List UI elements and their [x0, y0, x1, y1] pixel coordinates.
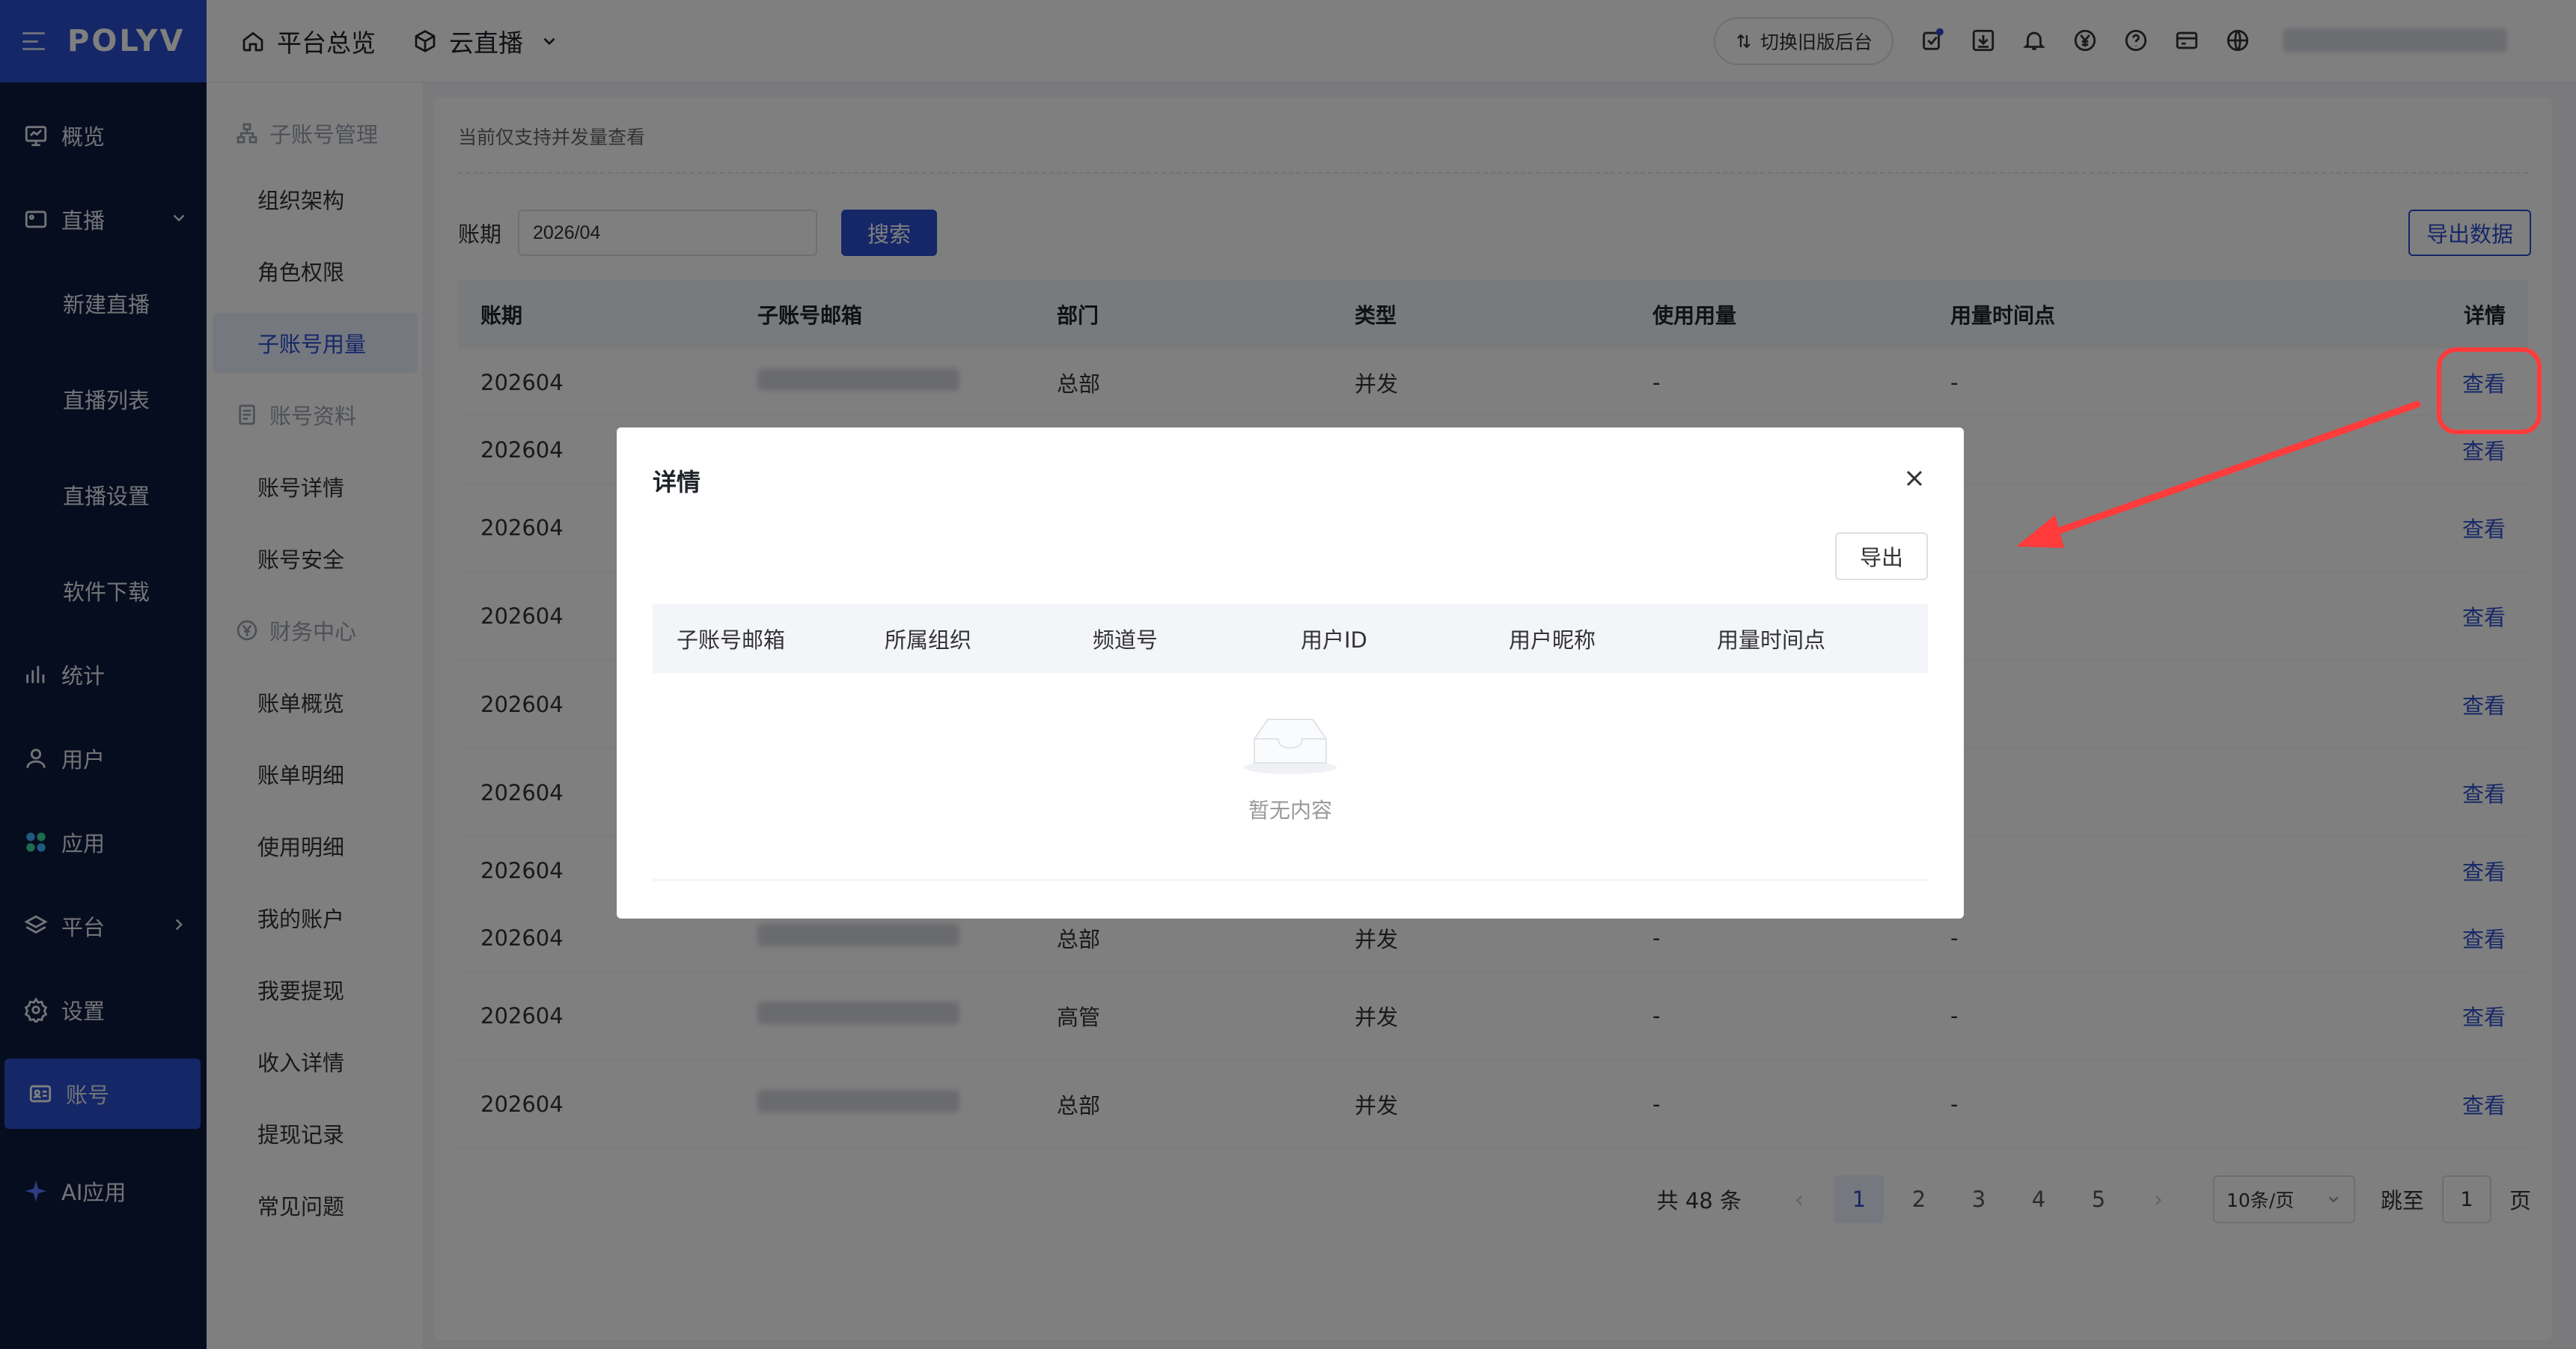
- annotation-highlight: [2437, 347, 2542, 434]
- column-header: 频道号: [1093, 627, 1159, 653]
- empty-box-icon: [1244, 719, 1337, 774]
- column-header: 用户ID: [1301, 627, 1367, 653]
- dialog-table-header: 子账号邮箱 所属组织 频道号 用户ID 用户昵称 用量时间点: [653, 604, 1928, 673]
- dialog-table: 子账号邮箱 所属组织 频道号 用户ID 用户昵称 用量时间点 暂无内容: [653, 604, 1928, 823]
- empty-state: 暂无内容: [653, 709, 1928, 824]
- close-icon[interactable]: [1901, 465, 1928, 492]
- column-header: 用户昵称: [1509, 627, 1596, 653]
- dialog-title: 详情: [653, 468, 701, 496]
- column-header: 所属组织: [885, 627, 972, 653]
- column-header: 子账号邮箱: [677, 627, 786, 653]
- annotation-arrow: [2016, 401, 2421, 548]
- detail-dialog: 详情 导出 子账号邮箱 所属组织 频道号 用户ID 用户昵称 用量时间点 暂无内…: [617, 427, 1964, 919]
- column-header: 用量时间点: [1717, 627, 1826, 653]
- dialog-export-button[interactable]: 导出: [1835, 532, 1928, 580]
- empty-label: 暂无内容: [1248, 798, 1332, 823]
